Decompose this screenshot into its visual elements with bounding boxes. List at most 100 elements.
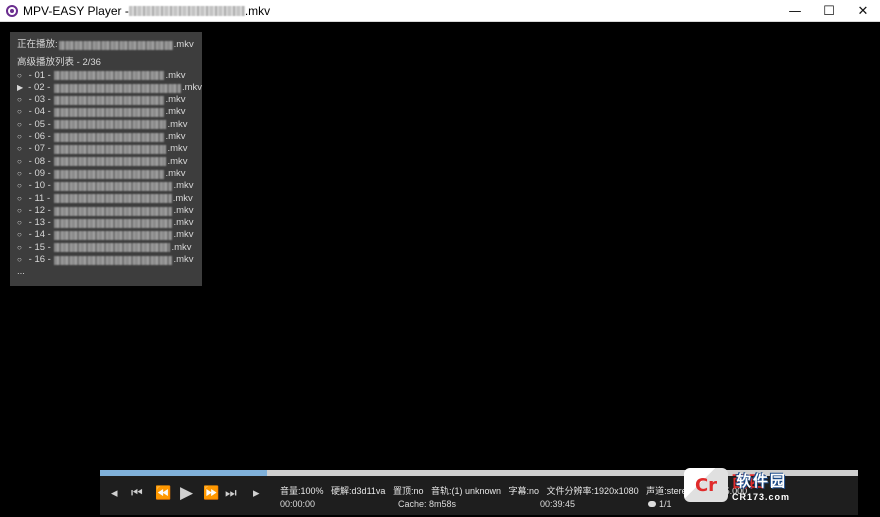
playlist-item-number: - 07 - <box>26 143 54 155</box>
playlist-item-ext: .mkv <box>165 94 186 106</box>
blurred-filename <box>54 206 173 216</box>
blurred-filename <box>128 5 245 16</box>
blurred-filename <box>54 95 165 105</box>
playlist-item[interactable]: ○ - 12 - .mkv <box>17 205 202 217</box>
bullet-icon: ○ <box>17 255 22 265</box>
blurred-filename <box>54 120 167 130</box>
playlist-item-number: - 03 - <box>26 94 54 106</box>
minimize-button[interactable]: — <box>778 0 812 22</box>
window-controls: — ☐ ✕ <box>778 0 880 22</box>
bullet-icon: ○ <box>17 205 22 215</box>
playlist-item[interactable]: ○ - 06 - .mkv <box>17 131 202 143</box>
playlist-item[interactable]: ○ - 05 - .mkv <box>17 119 202 131</box>
blurred-filename <box>54 231 173 241</box>
playlist-item-number: - 10 - <box>26 180 54 192</box>
window-title-suffix: .mkv <box>244 3 271 18</box>
bullet-icon: ○ <box>17 144 22 154</box>
blurred-filename <box>54 181 173 191</box>
playlist-item[interactable]: ○ - 09 - .mkv <box>17 168 202 180</box>
playlist-item[interactable]: ○ - 01 - .mkv <box>17 70 202 82</box>
playlist-item-ext: .mkv <box>167 155 188 167</box>
playlist-item-number: - 04 - <box>26 106 54 118</box>
playlist-item[interactable]: ○ - 08 - .mkv <box>17 156 202 168</box>
playlist-item-number: - 13 - <box>26 217 54 229</box>
rewind-icon[interactable]: ⏪ <box>155 486 171 501</box>
bullet-icon: ○ <box>17 95 22 105</box>
playlist-item-number: - 06 - <box>26 131 54 143</box>
title-bar: MPV-EASY Player - .mkv — ☐ ✕ <box>0 0 880 22</box>
window-title-prefix: MPV-EASY Player - <box>23 3 129 18</box>
now-playing-label: 正在播放: <box>17 39 58 50</box>
bullet-icon: ○ <box>17 156 22 166</box>
prev-arrow-icon[interactable]: ◂ <box>111 486 118 501</box>
watermark-url: CR173.com <box>732 492 791 502</box>
playlist-item-number: - 01 - <box>26 69 54 81</box>
playlist-item[interactable]: ○ - 11 - .mkv <box>17 193 202 205</box>
playlist-item-ext: .mkv <box>172 192 193 204</box>
playlist-item-ext: .mkv <box>173 180 194 192</box>
chapter-count: 1/1 <box>659 499 672 509</box>
app-logo-icon <box>6 4 18 17</box>
watermark-logo: Cr <box>684 468 728 502</box>
play-icon[interactable]: ▶ <box>180 483 193 503</box>
playlist-item[interactable]: ○ - 04 - .mkv <box>17 106 202 118</box>
blurred-filename <box>54 169 165 179</box>
playlist-item-ext: .mkv <box>173 217 194 229</box>
playlist-item-ext: .mkv <box>173 229 194 241</box>
next-arrow-icon[interactable]: ▸ <box>253 486 260 501</box>
playlist-item-ext: .mkv <box>173 204 194 216</box>
blurred-filename <box>54 145 167 155</box>
skip-forward-icon[interactable]: ⏭ <box>225 486 237 501</box>
subtitle-stat: 字幕:no <box>508 486 540 496</box>
playlist-item[interactable]: ○ - 15 - .mkv <box>17 242 202 254</box>
playlist-item[interactable]: ○ - 14 - .mkv <box>17 229 202 241</box>
fast-forward-icon[interactable]: ⏩ <box>203 486 219 501</box>
playlist-osd: 正在播放: .mkv 高级播放列表 - 2/36 ○ - 01 - .mkv ▶ … <box>10 32 202 286</box>
chapter-indicator[interactable]: 1/1 <box>648 499 672 509</box>
playlist-item-number: - 02 - <box>25 81 53 93</box>
playlist-item[interactable]: ○ - 13 - .mkv <box>17 217 202 229</box>
playlist-item-number: - 15 - <box>26 241 54 253</box>
playlist-item[interactable]: ▶ - 02 - .mkv <box>17 82 202 94</box>
bullet-icon: ○ <box>17 230 22 240</box>
maximize-button[interactable]: ☐ <box>812 0 846 22</box>
playlist-item-ext: .mkv <box>165 167 186 179</box>
ontop-stat: 置顶:no <box>392 486 424 496</box>
hwdec-stat: 硬解:d3d11va <box>331 486 386 496</box>
playlist: ○ - 01 - .mkv ▶ - 02 - .mkv ○ - 03 - .mkv ○… <box>17 70 202 267</box>
bullet-icon: ○ <box>17 193 22 203</box>
window-title: MPV-EASY Player - .mkv <box>23 4 270 18</box>
playlist-item-number: - 09 - <box>26 167 54 179</box>
bullet-icon: ○ <box>17 70 22 80</box>
blurred-filename <box>54 108 165 118</box>
resolution-stat: 文件分辨率:1920x1080 <box>546 486 639 496</box>
playlist-item-ext: .mkv <box>165 69 186 81</box>
blurred-filename <box>53 83 181 93</box>
bullet-icon: ○ <box>17 119 22 129</box>
playlist-item-number: - 16 - <box>26 254 54 266</box>
playlist-more: ... <box>17 266 25 278</box>
playlist-header: 高级播放列表 - 2/36 <box>17 57 101 69</box>
bullet-icon: ○ <box>17 107 22 117</box>
blurred-filename <box>54 157 167 167</box>
skip-back-icon[interactable]: ⏮ <box>131 486 143 501</box>
blurred-filename <box>54 132 165 142</box>
playlist-item-number: - 12 - <box>26 204 54 216</box>
playlist-item-number: - 05 - <box>26 118 54 130</box>
blurred-filename <box>54 218 173 228</box>
playlist-item[interactable]: ○ - 03 - .mkv <box>17 94 202 106</box>
blurred-filename <box>54 243 171 253</box>
blurred-filename <box>58 40 173 50</box>
playlist-item[interactable]: ○ - 07 - .mkv <box>17 143 202 155</box>
playlist-item-ext: .mkv <box>165 106 186 118</box>
close-button[interactable]: ✕ <box>846 0 880 22</box>
playlist-item-ext: .mkv <box>181 81 202 93</box>
playlist-item-ext: .mkv <box>173 254 194 266</box>
playlist-item-ext: .mkv <box>167 143 188 155</box>
playlist-item[interactable]: ○ - 10 - .mkv <box>17 180 202 192</box>
watermark-cn-text: 软件园 <box>736 472 788 490</box>
current-time: 00:00:00 <box>280 499 316 509</box>
playlist-item[interactable]: ○ - 16 - .mkv <box>17 254 202 266</box>
playback-stats: 音量:100% 硬解:d3d11va 置顶:no 音轨:(1) unknown … <box>280 484 752 497</box>
bullet-icon: ○ <box>17 168 22 178</box>
